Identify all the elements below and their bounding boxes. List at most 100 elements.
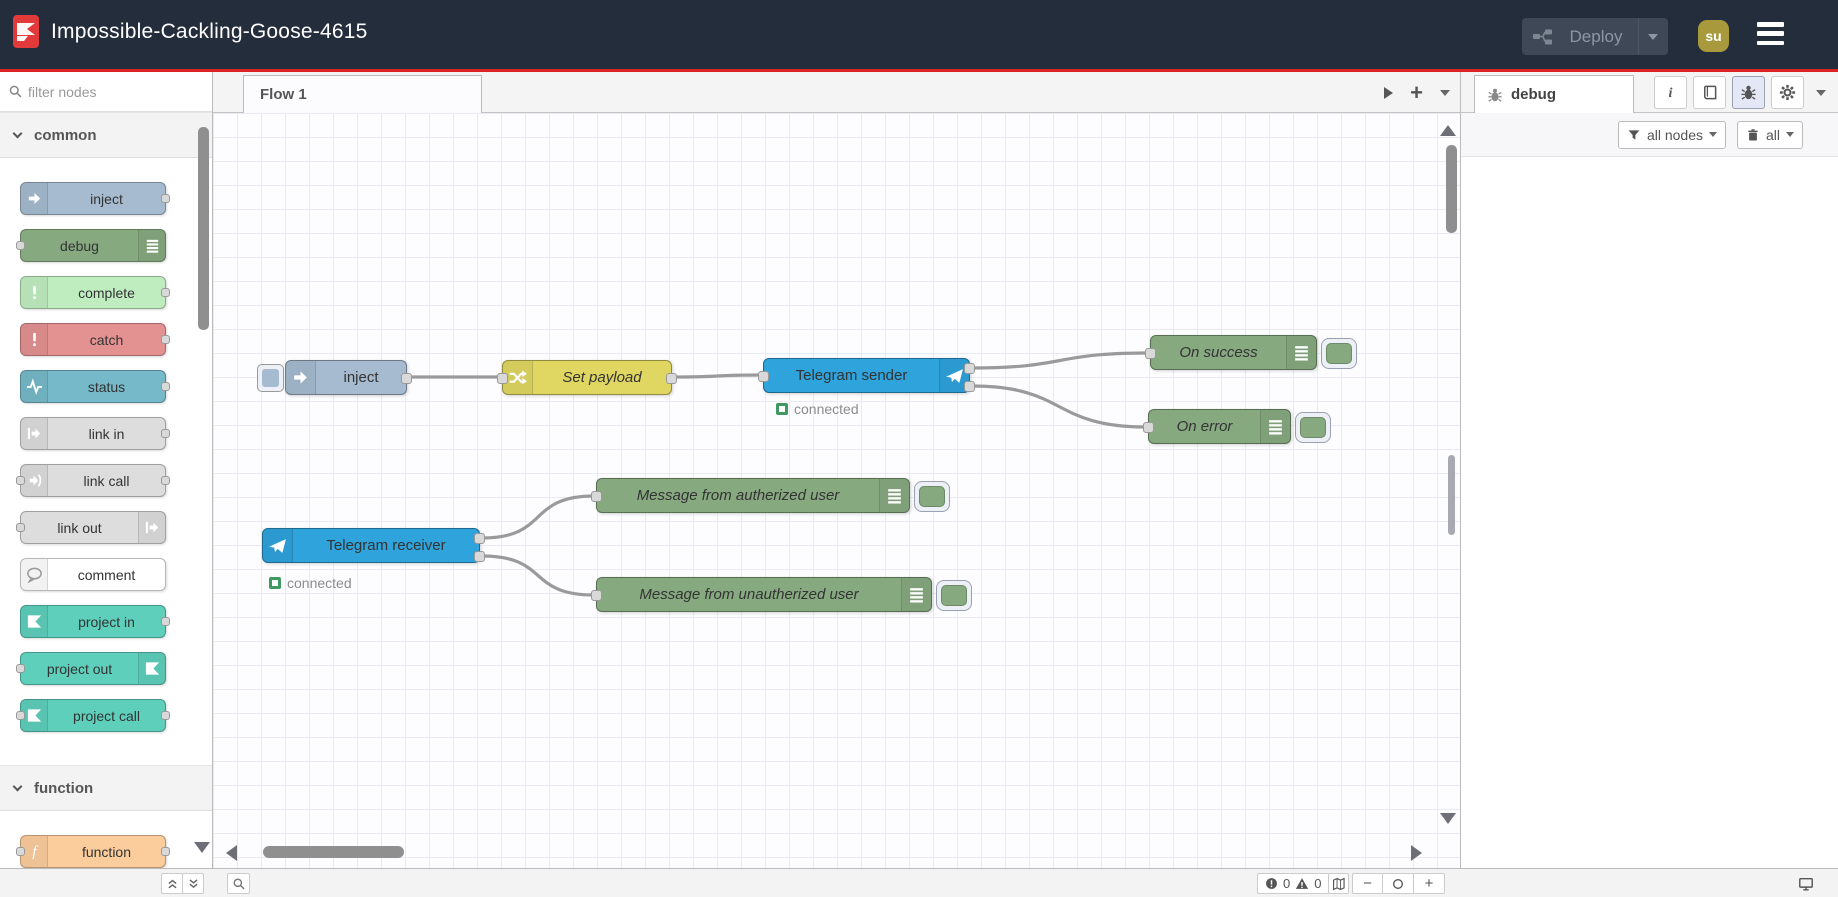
palette-node-label: link call [83,472,130,489]
book-tab-button[interactable] [1693,76,1726,109]
open-quick-add-icon[interactable] [1384,86,1394,99]
tab-flow-1[interactable]: Flow 1 [243,75,482,113]
node-icon-region: f [21,836,48,867]
info-tab-button[interactable]: i [1654,76,1687,109]
sidebar-menu-caret-icon[interactable] [1816,89,1826,96]
palette-node-label: inject [90,190,123,207]
debug-clear-button[interactable]: all [1736,120,1803,149]
main-menu-button[interactable] [1757,22,1784,45]
input-port[interactable] [591,491,602,502]
vertical-scrollbar-thumb-secondary[interactable] [1448,455,1455,535]
debug-toggle-button[interactable] [1321,338,1357,369]
horizontal-scrollbar-thumb[interactable] [263,846,404,858]
navigator-button[interactable] [1328,873,1349,894]
palette-scroll-down-icon[interactable] [194,840,210,858]
node-icon-region [263,529,293,562]
output-port-1[interactable] [964,363,975,374]
palette-node-debug[interactable]: debug [16,229,166,262]
wire[interactable] [971,351,1149,370]
palette-node-project-call[interactable]: project call [16,699,170,732]
scroll-up-button[interactable] [1440,123,1456,141]
gear-tab-button[interactable] [1771,76,1804,109]
canvas-search-button[interactable] [227,873,250,894]
debug-toggle-button[interactable] [914,481,950,512]
input-port[interactable] [497,373,508,384]
arrow-in-icon [294,371,307,384]
palette-node-function[interactable]: f function [16,835,170,868]
palette-node-project-out[interactable]: project out [16,652,166,685]
svg-text:f: f [32,844,38,860]
palette-node-inject[interactable]: inject [20,182,170,215]
open-debug-window-button[interactable] [1793,873,1818,894]
workspace-tabbar: Flow 1 + [213,72,1460,113]
output-port [161,711,170,720]
node-msg-auth[interactable]: Message from autherized user [591,478,950,513]
inject-button[interactable] [257,364,284,392]
palette-node-link-in[interactable]: link in [20,417,170,450]
node-inject[interactable]: inject [257,360,412,395]
deploy-caret-icon[interactable] [1648,33,1658,40]
output-port[interactable] [401,373,412,384]
node-icon-region [21,606,48,637]
output-port[interactable] [666,373,677,384]
palette-node-link-out[interactable]: link out [16,511,166,544]
node-msg-unauth[interactable]: Message from unautherized user [591,577,972,612]
node-set-payload[interactable]: Set payload [497,360,677,395]
palette-search-input[interactable] [28,83,178,100]
palette-sidebar: common inject debug complete catch status link… [0,72,213,868]
bug-tab-button[interactable] [1732,76,1765,109]
flow-canvas[interactable]: inject Set payload Telegram sender On succe… [213,113,1460,868]
vertical-scrollbar-thumb[interactable] [1446,145,1457,233]
palette-expand-all-button[interactable] [182,873,204,894]
notification-counts[interactable]: 0 0 [1257,873,1330,894]
node-on-error[interactable]: On error [1143,409,1331,444]
node-label: Message from autherized user [636,487,840,504]
input-port[interactable] [758,371,769,382]
flow-list-caret-icon[interactable] [1440,89,1450,96]
zoom-reset-button[interactable] [1383,873,1414,894]
scroll-down-button[interactable] [1440,811,1456,829]
wire[interactable] [971,384,1147,429]
node-on-success[interactable]: On success [1145,335,1357,370]
palette-category-common[interactable]: common [0,112,212,158]
tab-debug[interactable]: debug [1474,75,1634,113]
debug-toggle-button[interactable] [1295,412,1331,443]
trash-icon [1748,128,1758,140]
scroll-left-button[interactable] [226,845,237,866]
zoom-in-button[interactable]: + [1414,873,1445,894]
palette-node-label: link out [57,519,102,536]
nr-icon [145,662,159,675]
palette-node-label: catch [89,331,124,348]
wire[interactable] [481,554,595,597]
palette-collapse-all-button[interactable] [161,873,183,894]
palette-node-project-in[interactable]: project in [20,605,170,638]
node-icon-region [138,512,165,543]
zoom-out-button[interactable]: − [1352,873,1383,894]
palette-scrollbar-thumb[interactable] [198,127,209,330]
input-port[interactable] [591,590,602,601]
wire[interactable] [673,373,762,379]
output-port-1[interactable] [474,533,485,544]
output-port-2[interactable] [964,381,975,392]
palette-search[interactable] [0,72,212,112]
scroll-right-button[interactable] [1411,845,1422,866]
input-port[interactable] [1143,422,1154,433]
search-icon [233,878,245,890]
node-telegram-sender[interactable]: Telegram sender [758,358,975,393]
user-avatar[interactable]: su [1698,20,1729,52]
palette-node-link-call[interactable]: link call [16,464,170,497]
debug-filter-button[interactable]: all nodes [1617,120,1726,149]
palette-node-catch[interactable]: catch [20,323,170,356]
node-telegram-receiver[interactable]: Telegram receiver [262,528,485,563]
palette-node-comment[interactable]: comment [20,558,166,591]
deploy-button[interactable]: Deploy [1522,18,1668,55]
debug-toggle-button[interactable] [936,580,972,611]
wire[interactable] [481,494,595,540]
palette-node-status[interactable]: status [20,370,170,403]
input-port[interactable] [1145,348,1156,359]
add-flow-button[interactable]: + [1410,81,1423,104]
node-label: On error [1176,418,1233,435]
palette-node-complete[interactable]: complete [20,276,170,309]
palette-category-function[interactable]: function [0,765,212,811]
output-port-2[interactable] [474,551,485,562]
